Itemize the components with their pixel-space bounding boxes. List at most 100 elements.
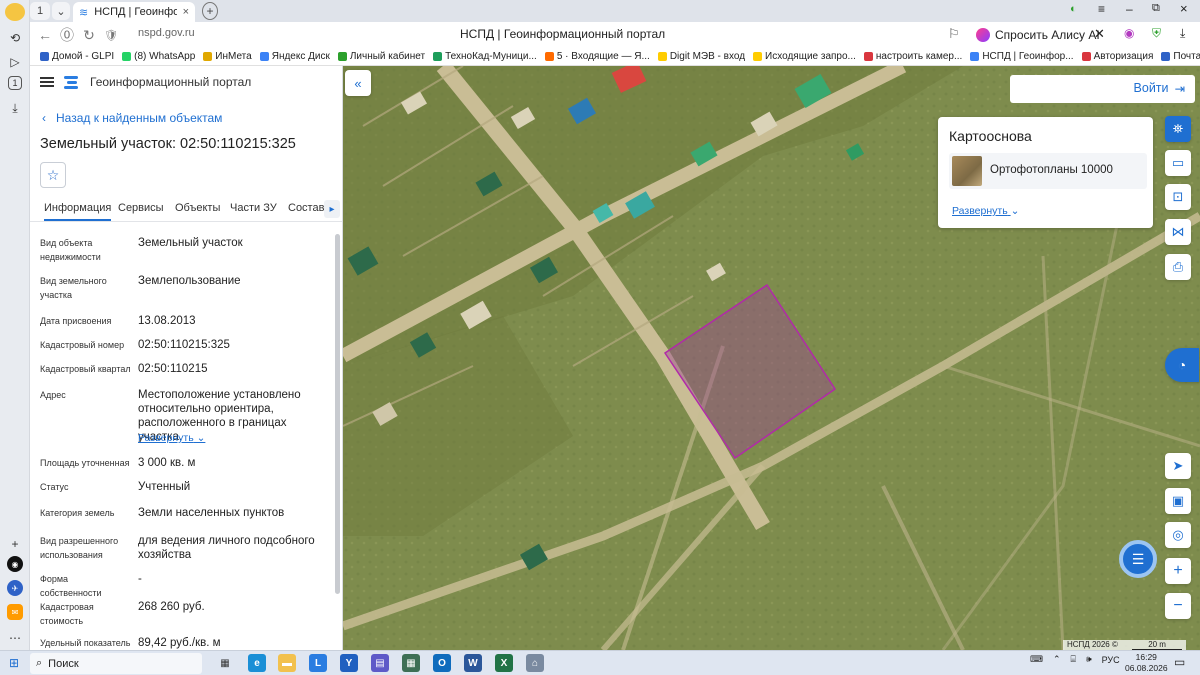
share-icon[interactable]: ⋈ xyxy=(1165,219,1191,245)
volume-icon[interactable]: 🕪 xyxy=(1086,654,1092,665)
login-button[interactable]: Войти ⇥ xyxy=(1134,81,1185,96)
messenger-icon[interactable]: ✈ xyxy=(7,580,23,596)
tab-services[interactable]: Сервисы xyxy=(118,202,164,214)
tabs-next-arrow-icon[interactable]: ▸ xyxy=(324,200,340,218)
extension-shield-icon[interactable]: ⛨ xyxy=(1152,26,1161,41)
extension-record-icon[interactable]: ◉ xyxy=(1124,26,1134,40)
tab-counter-icon[interactable]: 1 xyxy=(8,76,22,90)
collapse-panel-icon[interactable]: « xyxy=(345,70,371,96)
print-icon[interactable]: ⎙ xyxy=(1165,254,1191,280)
history-icon[interactable]: ⟲ xyxy=(5,28,25,48)
tab-objects[interactable]: Объекты xyxy=(175,202,220,214)
bookmark-item[interactable]: Яндекс Диск xyxy=(259,51,330,62)
favorite-star-button[interactable]: ☆ xyxy=(40,162,66,188)
calculator-icon[interactable]: ▦ xyxy=(402,654,420,672)
address-expand-link[interactable]: Развернуть ⌄ xyxy=(138,432,205,444)
geolocation-icon[interactable]: ➤ xyxy=(1165,453,1191,479)
explorer-icon[interactable]: ▬ xyxy=(278,654,296,672)
login-box: Войти ⇥ xyxy=(1010,75,1195,103)
more-icon[interactable]: ⋯ xyxy=(5,628,25,648)
layers-tool-icon[interactable]: ⛯ xyxy=(1165,116,1191,142)
chat-support-button[interactable]: ☰ xyxy=(1119,540,1157,578)
url-text[interactable]: nspd.gov.ru xyxy=(138,27,195,39)
tab-count[interactable]: 1 xyxy=(30,2,50,20)
new-tab-button[interactable]: + xyxy=(202,2,218,20)
bookmark-item[interactable]: НСПД | Геоинфор... xyxy=(970,51,1074,62)
panel-scrollbar[interactable] xyxy=(335,234,340,594)
minimap-icon[interactable]: ▣ xyxy=(1165,488,1191,514)
back-to-results-link[interactable]: ‹ Назад к найденным объектам xyxy=(42,111,222,125)
keyboard-icon[interactable]: ⌨ xyxy=(1030,654,1043,665)
portal-name: Геоинформационный портал xyxy=(90,75,252,89)
bookmark-item[interactable]: (8) WhatsApp xyxy=(122,51,195,62)
extension-icon[interactable]: ◐ xyxy=(1070,3,1077,15)
assistant-icon[interactable]: ◔ xyxy=(1165,348,1199,382)
basemap-expand-link[interactable]: Развернуть ⌄ xyxy=(952,205,1019,217)
downloads-icon[interactable]: ⤓ xyxy=(5,98,25,118)
minimize-icon[interactable]: – xyxy=(1126,2,1133,16)
restore-icon[interactable]: ⧉ xyxy=(1152,2,1160,15)
ruler-icon[interactable]: ▭ xyxy=(1165,150,1191,176)
location-pin-icon[interactable]: ◎ xyxy=(1165,522,1191,548)
bookmark-item[interactable]: Почта России - М... xyxy=(1161,51,1200,62)
search-icon: ⌕ xyxy=(36,657,43,669)
network-app-icon[interactable]: ⌂ xyxy=(526,654,544,672)
windows-start-icon[interactable]: ⊞ xyxy=(9,656,19,670)
basemap-option-orthophoto[interactable]: Ортофотопланы 10000 xyxy=(949,153,1147,189)
menu-icon[interactable]: ≡ xyxy=(1098,2,1105,16)
chevron-down-icon: ⌄ xyxy=(193,432,206,444)
select-area-icon[interactable]: ⊡ xyxy=(1165,184,1191,210)
yandex-home-icon[interactable]: ⓪ xyxy=(56,24,78,46)
bookmark-item[interactable]: ТехноКад-Муници... xyxy=(433,51,537,62)
extension-tool-icon[interactable]: ✕ xyxy=(1094,26,1105,42)
downloads-icon[interactable]: ⤓ xyxy=(1180,26,1185,41)
bookmark-item[interactable]: Digit МЭВ - вход xyxy=(657,51,745,62)
map-view[interactable]: « Войти ⇥ Картооснова Ортофотопланы 1000… xyxy=(343,66,1200,650)
tray-expand-icon[interactable]: ⌃ xyxy=(1053,654,1061,665)
bookmark-item[interactable]: ИнМета xyxy=(203,51,252,62)
address-bar: ← ⓪ ↻ 🛡 nspd.gov.ru НСПД | Геоинформацио… xyxy=(30,22,1200,48)
task-view-icon[interactable]: ▦ xyxy=(216,654,234,672)
ask-alisa-button[interactable]: Спросить Алису AI xyxy=(970,24,1106,46)
excel-icon[interactable]: X xyxy=(495,654,513,672)
hamburger-menu-icon[interactable] xyxy=(40,77,54,87)
app-l-icon[interactable]: L xyxy=(309,654,327,672)
zoom-out-button[interactable]: − xyxy=(1165,593,1191,619)
tab-information[interactable]: Информация xyxy=(44,202,112,221)
tab-list-chevron-icon[interactable]: ⌄ xyxy=(52,2,70,20)
chevron-down-icon: ⌄ xyxy=(1010,205,1020,217)
bookmark-item[interactable]: 5 · Входящие — Я... xyxy=(544,51,650,62)
yandex-browser-icon[interactable]: Y xyxy=(340,654,358,672)
back-arrow-icon[interactable]: ← xyxy=(34,24,56,46)
notifications-icon[interactable]: ▭ xyxy=(1174,655,1185,669)
outlook-icon[interactable]: O xyxy=(433,654,451,672)
property-label: Площадь уточненная xyxy=(40,458,130,468)
tab-composition[interactable]: Состав xyxy=(288,202,324,214)
bookmark-item[interactable]: Домой - GLPI xyxy=(40,51,114,62)
taskbar-clock[interactable]: 16:29 06.08.2026 xyxy=(1125,652,1168,674)
close-tab-icon[interactable]: × xyxy=(183,6,189,18)
edge-icon[interactable]: e xyxy=(248,654,266,672)
play-icon[interactable]: ▷ xyxy=(5,52,25,72)
profile-avatar[interactable] xyxy=(5,3,25,21)
reload-icon[interactable]: ↻ xyxy=(78,24,100,46)
calendar-app-icon[interactable]: ▤ xyxy=(371,654,389,672)
network-icon[interactable]: ⌸ xyxy=(1071,654,1076,665)
app-icon[interactable]: ◉ xyxy=(7,556,23,572)
zoom-in-button[interactable]: + xyxy=(1165,558,1191,584)
mail-icon[interactable]: ✉ xyxy=(7,604,23,620)
close-window-icon[interactable]: × xyxy=(1180,1,1188,16)
word-icon[interactable]: W xyxy=(464,654,482,672)
taskbar-search[interactable]: ⌕ Поиск xyxy=(30,653,202,674)
add-icon[interactable]: + xyxy=(5,534,25,554)
tab-land-parts[interactable]: Части ЗУ xyxy=(230,202,277,214)
bookmark-favicon-icon xyxy=(657,52,667,61)
bookmark-item[interactable]: Авторизация xyxy=(1081,51,1153,62)
language-indicator[interactable]: РУС xyxy=(1102,655,1120,665)
bookmark-item[interactable]: настроить камер... xyxy=(863,51,962,62)
bookmark-item[interactable]: Исходящие запро... xyxy=(753,51,856,62)
bookmark-item[interactable]: Личный кабинет xyxy=(337,51,425,62)
bookmark-icon[interactable]: ⚐ xyxy=(948,26,960,42)
bookmark-favicon-icon xyxy=(753,52,763,61)
browser-tab-active[interactable]: ≋ НСПД | Геоинформаци × xyxy=(73,2,195,22)
